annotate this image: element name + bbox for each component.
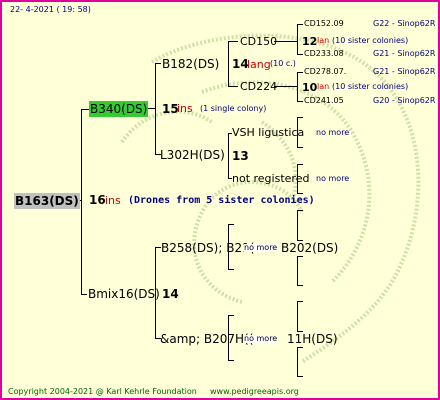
connector bbox=[155, 63, 161, 64]
connector bbox=[297, 285, 303, 286]
b340-node-name[interactable]: B340(DS) bbox=[89, 101, 149, 117]
connector bbox=[297, 347, 298, 377]
b340-node-note: (1 single colony) bbox=[200, 104, 267, 113]
connector bbox=[297, 301, 303, 302]
connector bbox=[81, 294, 87, 295]
connector bbox=[297, 376, 303, 377]
connector bbox=[297, 24, 298, 55]
connector bbox=[297, 147, 303, 148]
bmix16-node-num: 14 bbox=[162, 287, 179, 301]
connector bbox=[297, 72, 303, 73]
header-date: 22- 4-2021 ( 19: 58) bbox=[10, 5, 91, 14]
cd150-node-lan: lan bbox=[317, 36, 330, 45]
cd241-node-code: G20 - Sinop62R bbox=[373, 96, 436, 105]
b207-node-suffix: 11H(DS) bbox=[287, 332, 338, 346]
connector bbox=[228, 133, 229, 179]
cd150-node-note: (10 sister colonies) bbox=[332, 36, 409, 45]
connector bbox=[297, 256, 303, 257]
connector bbox=[228, 315, 234, 316]
connector bbox=[297, 193, 303, 194]
connector bbox=[274, 86, 298, 87]
connector bbox=[297, 24, 303, 25]
l302h-node-num: 13 bbox=[232, 149, 249, 163]
b207-node-name[interactable]: &amp; B207H(( bbox=[160, 333, 253, 345]
cd224-node-lan: lan bbox=[317, 82, 330, 91]
cd224-node-note: (10 sister colonies) bbox=[332, 82, 409, 91]
b258-node-name[interactable]: B258(DS); B21( bbox=[161, 242, 254, 254]
connector bbox=[297, 210, 303, 211]
connector bbox=[297, 101, 303, 102]
cd152-node-code: G22 - Sinop62R bbox=[373, 19, 436, 28]
connector bbox=[228, 41, 229, 87]
connector bbox=[81, 109, 82, 295]
connector bbox=[228, 41, 238, 42]
not-registered-node-name: not registered bbox=[232, 172, 310, 185]
cd150-node-name[interactable]: CD150 bbox=[240, 36, 277, 47]
b182-node-name[interactable]: B182(DS) bbox=[162, 58, 219, 70]
connector bbox=[228, 269, 234, 270]
connector bbox=[297, 117, 303, 118]
root-node-name[interactable]: B163(DS) bbox=[14, 193, 80, 209]
cd241-node-name[interactable]: CD241.05 bbox=[304, 97, 344, 105]
cd152-node-name[interactable]: CD152.09 bbox=[304, 20, 344, 28]
connector bbox=[297, 210, 298, 241]
cd224-node-name[interactable]: CD224 bbox=[240, 81, 277, 92]
root-node-ins: ins bbox=[105, 194, 121, 207]
connector bbox=[297, 72, 298, 102]
b182-node-lang: lang bbox=[247, 58, 271, 71]
footer-copyright: Copyright 2004-2021 @ Karl Kehrle Founda… bbox=[8, 387, 197, 396]
cd233-node-code: G21 - Sinop62R bbox=[373, 49, 436, 58]
cd224-node-num: 10 bbox=[302, 81, 318, 94]
connector bbox=[81, 109, 89, 110]
vsh-no-more: no more bbox=[316, 128, 350, 137]
connector bbox=[155, 63, 156, 155]
cd233-node-name[interactable]: CD233.08 bbox=[304, 50, 344, 58]
connector bbox=[297, 164, 303, 165]
vsh-node-name[interactable]: VSH ligustica bbox=[232, 127, 304, 138]
cd150-node-num: 12 bbox=[302, 35, 318, 48]
connector bbox=[228, 86, 238, 87]
b258-node-suffix: B202(DS) bbox=[281, 241, 339, 255]
connector bbox=[297, 256, 298, 286]
b182-node-note: (10 c.) bbox=[270, 59, 296, 68]
b207-no-more: no more bbox=[244, 334, 278, 343]
connector bbox=[274, 41, 298, 42]
connector bbox=[297, 301, 298, 332]
root-node-note: (Drones from 5 sister colonies) bbox=[128, 195, 315, 206]
connector bbox=[228, 224, 234, 225]
b340-node-ins: ins bbox=[177, 102, 193, 115]
connector bbox=[297, 54, 303, 55]
bmix16-node-name[interactable]: Bmix16(DS) bbox=[88, 288, 160, 300]
not-registered-no-more: no more bbox=[316, 174, 350, 183]
pedigree-frame: 22- 4-2021 ( 19: 58) Copyright 2004-2021… bbox=[0, 0, 440, 400]
connector bbox=[228, 360, 234, 361]
cd278-node-code: G21 - Sinop62R bbox=[373, 67, 436, 76]
cd278-node-name[interactable]: CD278.07. bbox=[304, 68, 346, 76]
b258-no-more: no more bbox=[244, 243, 278, 252]
connector bbox=[297, 347, 303, 348]
footer-site-link[interactable]: www.pedigreeapis.org bbox=[210, 388, 299, 396]
root-node-num: 16 bbox=[89, 193, 106, 207]
l302h-node-name[interactable]: L302H(DS) bbox=[160, 149, 225, 161]
